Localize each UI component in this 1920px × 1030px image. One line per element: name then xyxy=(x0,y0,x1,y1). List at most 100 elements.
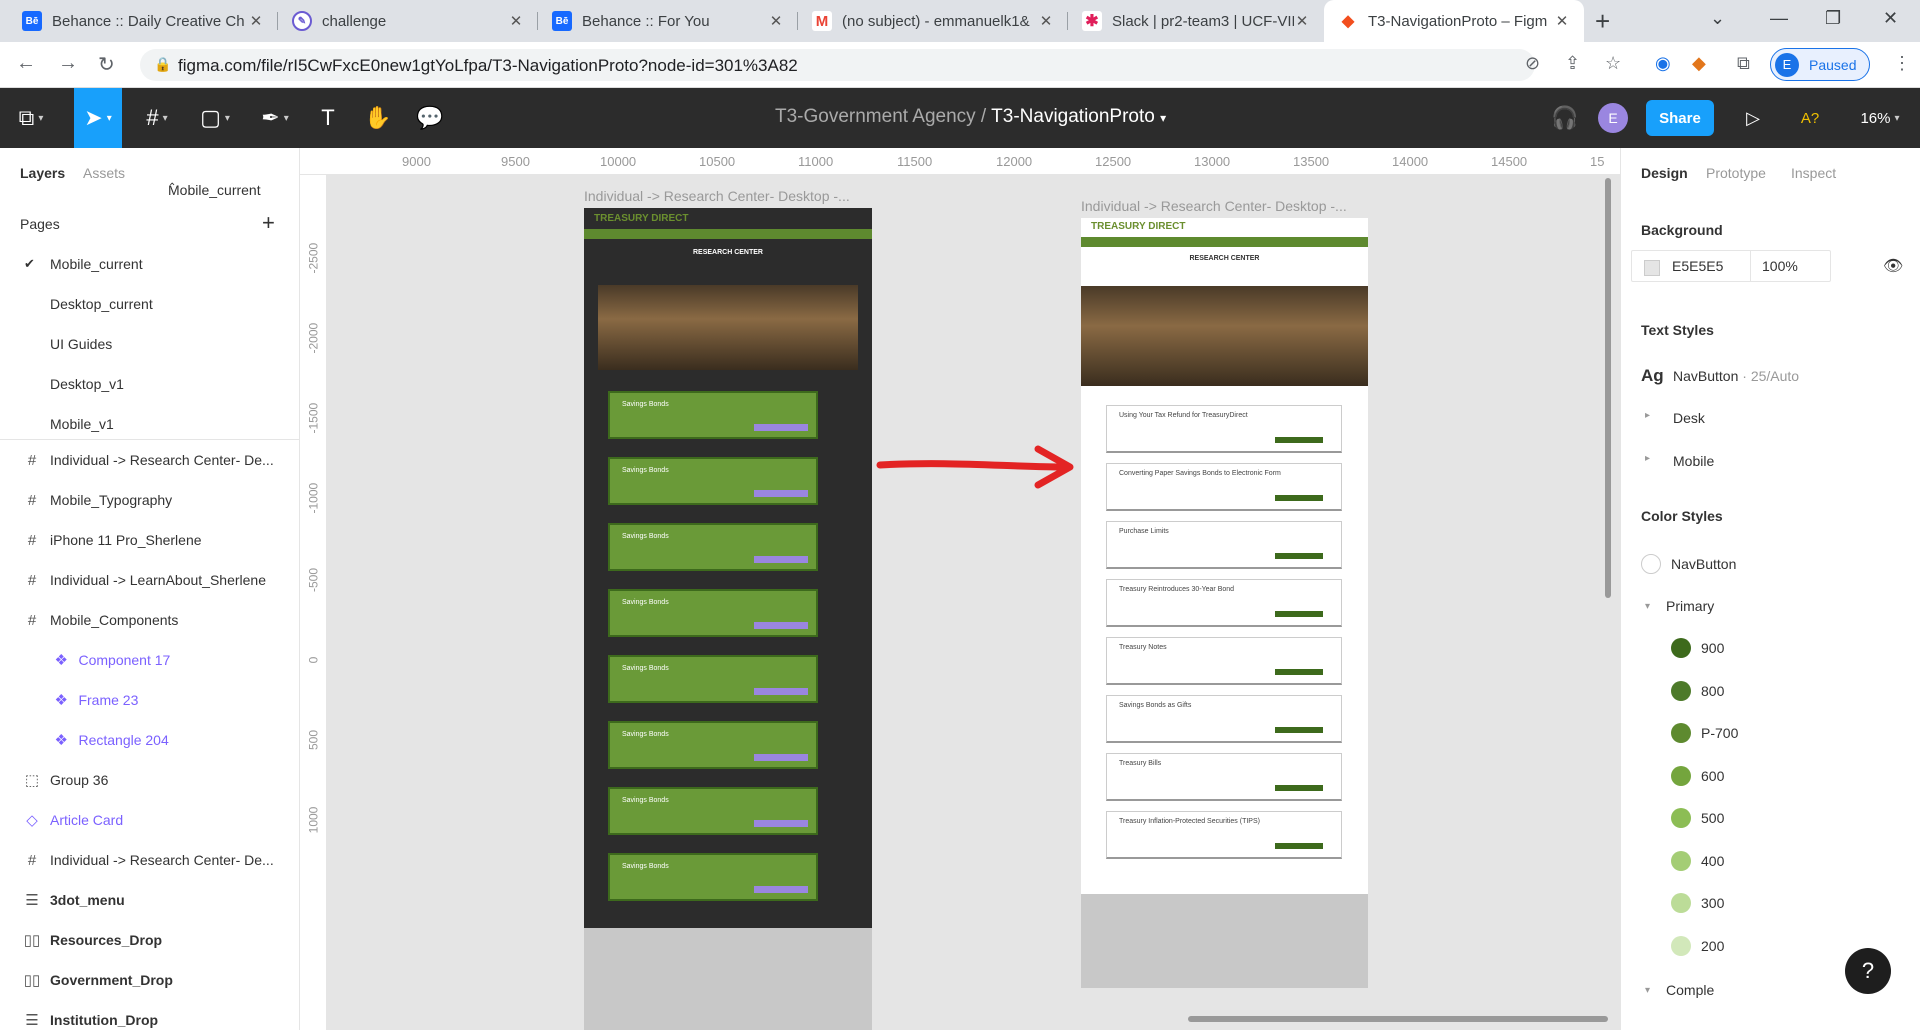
browser-tab[interactable]: ✱ Slack | pr2-team3 | UCF-VIR ✕ xyxy=(1068,0,1324,42)
layer-item[interactable]: # iPhone 11 Pro_Sherlene xyxy=(0,520,300,560)
color-style-item[interactable]: NavButton xyxy=(1641,552,1736,576)
layer-item[interactable]: ⬚ Group 36 xyxy=(0,760,300,800)
card-button[interactable] xyxy=(1275,437,1323,443)
savings-bond-card[interactable]: Savings Bonds xyxy=(608,589,818,637)
help-button[interactable]: ? xyxy=(1845,948,1891,994)
bookmark-star-icon[interactable]: ☆ xyxy=(1605,53,1621,74)
browser-tab[interactable]: Bē Behance :: For You ✕ xyxy=(538,0,798,42)
tab-inspect[interactable]: Inspect xyxy=(1791,165,1836,181)
article-card[interactable]: Treasury Bills xyxy=(1106,753,1342,801)
back-icon[interactable]: ← xyxy=(16,52,36,75)
layer-item[interactable]: ◇ Article Card xyxy=(0,800,300,840)
background-color-field[interactable]: E5E5E5 100% xyxy=(1631,250,1831,282)
browser-tab[interactable]: M (no subject) - emmanuelk1& ✕ xyxy=(798,0,1068,42)
close-tab-icon[interactable]: ✕ xyxy=(508,12,524,30)
card-button[interactable] xyxy=(1275,785,1323,791)
tab-prototype[interactable]: Prototype xyxy=(1706,165,1766,181)
menu-icon[interactable]: ⋮ xyxy=(1893,53,1911,74)
tab-assets[interactable]: Assets xyxy=(83,165,125,181)
color-style-group[interactable]: ▾ Comple xyxy=(1641,978,1714,1002)
tab-layers[interactable]: Layers xyxy=(20,165,65,181)
color-style-item[interactable]: P-700 xyxy=(1671,721,1738,745)
savings-bond-card[interactable]: Savings Bonds xyxy=(608,655,818,703)
layer-item[interactable]: # Individual -> LearnAbout_Sherlene xyxy=(0,560,300,600)
extensions-icon[interactable]: ⧉ xyxy=(1737,53,1750,74)
article-card[interactable]: Treasury Inflation-Protected Securities … xyxy=(1106,811,1342,859)
layer-item[interactable]: ❖ Frame 23 xyxy=(0,680,300,720)
browser-tab-active[interactable]: ◆ T3-NavigationProto – Figm ✕ xyxy=(1324,0,1584,42)
close-tab-icon[interactable]: ✕ xyxy=(1294,12,1310,30)
layer-item[interactable]: ▯▯ Resources_Drop xyxy=(0,920,300,960)
color-style-item[interactable]: 600 xyxy=(1671,764,1724,788)
tab-search-icon[interactable]: ⌄ xyxy=(1710,8,1725,29)
shape-tool[interactable]: ▢ ▾ xyxy=(192,88,238,148)
horizontal-scrollbar[interactable] xyxy=(1188,1016,1608,1022)
layer-item[interactable]: ❖ Component 17 xyxy=(0,640,300,680)
color-style-item[interactable]: 800 xyxy=(1671,679,1724,703)
card-button[interactable] xyxy=(754,622,808,629)
url-field[interactable]: 🔒 figma.com/file/rI5CwFxcE0new1gtYoLfpa/… xyxy=(140,49,1535,81)
savings-bond-card[interactable]: Savings Bonds xyxy=(608,457,818,505)
browser-tab[interactable]: ✎ challenge ✕ xyxy=(278,0,538,42)
comment-tool[interactable]: 💬 xyxy=(410,88,450,148)
text-style-group[interactable]: Mobile xyxy=(1673,453,1714,469)
layer-item[interactable]: ▯▯ Government_Drop xyxy=(0,960,300,1000)
card-button[interactable] xyxy=(754,556,808,563)
article-card[interactable]: Purchase Limits xyxy=(1106,521,1342,569)
article-card[interactable]: Using Your Tax Refund for TreasuryDirect xyxy=(1106,405,1342,453)
text-style-group[interactable]: Desk xyxy=(1673,410,1705,426)
layer-item[interactable]: ☰ Institution_Drop xyxy=(0,1000,300,1030)
savings-bond-card[interactable]: Savings Bonds xyxy=(608,853,818,901)
card-button[interactable] xyxy=(1275,495,1323,501)
layer-item[interactable]: # Individual -> Research Center- De... xyxy=(0,840,300,880)
card-button[interactable] xyxy=(754,490,808,497)
share-button[interactable]: Share xyxy=(1646,100,1714,136)
page-item[interactable]: UI Guides xyxy=(50,336,112,352)
chevron-right-icon[interactable]: ▸ xyxy=(1645,453,1650,464)
card-button[interactable] xyxy=(754,424,808,431)
layer-item[interactable]: ☰ 3dot_menu xyxy=(0,880,300,920)
reload-icon[interactable]: ↻ xyxy=(98,52,115,77)
article-card[interactable]: Treasury Reintroduces 30-Year Bond xyxy=(1106,579,1342,627)
breadcrumb[interactable]: T3-Government Agency / T3-NavigationProt… xyxy=(775,106,1166,128)
visibility-eye-icon[interactable]: 👁 xyxy=(1883,256,1903,276)
card-button[interactable] xyxy=(1275,553,1323,559)
move-tool[interactable]: ➤ ▾ xyxy=(74,88,122,148)
close-tab-icon[interactable]: ✕ xyxy=(1554,12,1570,30)
card-button[interactable] xyxy=(754,886,808,893)
canvas[interactable]: 9000 9500 10000 10500 11000 11500 12000 12500 13… xyxy=(300,148,1620,1030)
savings-bond-card[interactable]: Savings Bonds xyxy=(608,523,818,571)
card-button[interactable] xyxy=(1275,669,1323,675)
vertical-scrollbar[interactable] xyxy=(1605,178,1611,598)
layer-item[interactable]: # Mobile_Components xyxy=(0,600,300,640)
layer-item[interactable]: # Individual -> Research Center- De... xyxy=(0,440,300,480)
page-item[interactable]: Desktop_current xyxy=(50,296,153,312)
page-item[interactable]: Desktop_v1 xyxy=(50,376,124,392)
color-style-item[interactable]: 500 xyxy=(1671,806,1724,830)
headphones-icon[interactable]: 🎧 xyxy=(1550,88,1580,148)
browser-tab[interactable]: Bē Behance :: Daily Creative Ch ✕ xyxy=(8,0,278,42)
card-button[interactable] xyxy=(754,820,808,827)
color-style-item[interactable]: 300 xyxy=(1671,891,1724,915)
text-style-item[interactable]: NavButton · 25/Auto xyxy=(1673,368,1799,384)
text-tool[interactable]: T xyxy=(310,88,346,148)
mobile-frame[interactable]: TREASURY DIRECT RESEARCH CENTER Savings … xyxy=(584,208,872,1030)
color-style-item[interactable]: 400 xyxy=(1671,849,1724,873)
page-item[interactable]: Mobile_v1 xyxy=(50,416,114,432)
minimize-icon[interactable]: — xyxy=(1770,8,1788,29)
color-style-item[interactable]: 200 xyxy=(1671,934,1724,958)
close-tab-icon[interactable]: ✕ xyxy=(768,12,784,30)
hand-tool[interactable]: ✋ xyxy=(360,88,396,148)
card-button[interactable] xyxy=(1275,611,1323,617)
card-button[interactable] xyxy=(754,688,808,695)
close-tab-icon[interactable]: ✕ xyxy=(248,12,264,30)
metamask-icon[interactable]: ◆ xyxy=(1692,53,1706,74)
savings-bond-card[interactable]: Savings Bonds xyxy=(608,787,818,835)
present-icon[interactable]: ▷ xyxy=(1738,88,1768,148)
avatar[interactable]: E xyxy=(1598,103,1628,133)
article-card[interactable]: Converting Paper Savings Bonds to Electr… xyxy=(1106,463,1342,511)
tab-design[interactable]: Design xyxy=(1641,165,1688,181)
frame-tool[interactable]: # ▾ xyxy=(134,88,180,148)
zoom-dropdown[interactable]: 16% ▾ xyxy=(1855,88,1905,148)
card-button[interactable] xyxy=(1275,843,1323,849)
